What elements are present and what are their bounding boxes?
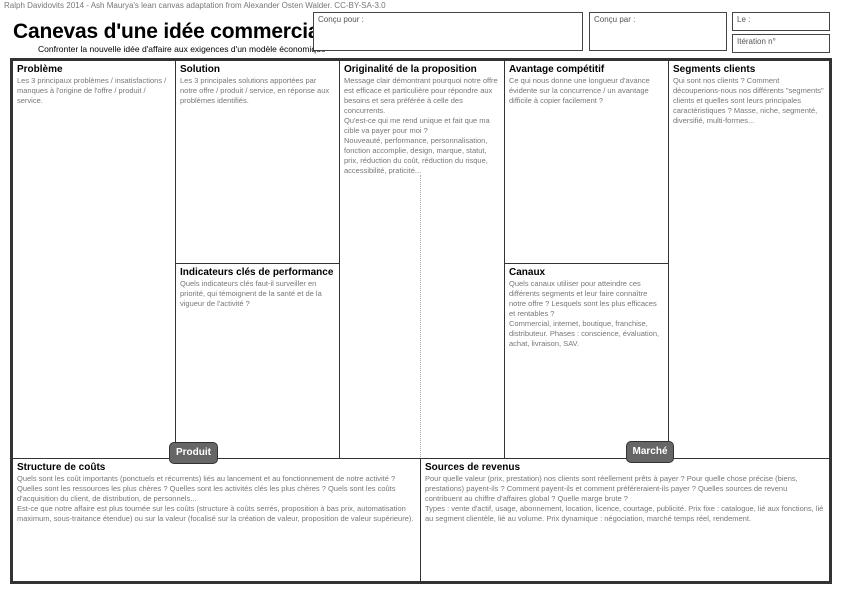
block-revenus-title: Sources de revenus <box>425 462 521 473</box>
block-indicateurs-title: Indicateurs clés de performance <box>180 267 334 278</box>
block-avantage-text: Ce qui nous donne une longueur d'avance … <box>509 76 650 105</box>
block-segments[interactable]: Segments clients Qui sont nos clients ? … <box>668 60 830 459</box>
block-solution[interactable]: Solution Les 3 principales solutions app… <box>175 60 340 264</box>
block-solution-text: Les 3 principales solutions apportées pa… <box>180 76 330 105</box>
block-segments-text: Qui sont nos clients ? Comment découperi… <box>673 76 824 125</box>
designed-for-field[interactable]: Conçu pour : <box>313 12 583 51</box>
iteration-field[interactable]: Itération n° <box>732 34 830 53</box>
block-originalite[interactable]: Originalité de la proposition Message cl… <box>339 60 505 459</box>
center-divider <box>420 175 421 457</box>
block-originalite-text: Message clair démontrant pourquoi notre … <box>344 76 498 175</box>
block-canaux-title: Canaux <box>509 267 546 278</box>
date-label: Le : <box>737 15 751 24</box>
marche-badge: Marché <box>626 441 674 463</box>
produit-badge: Produit <box>169 442 218 464</box>
block-revenus-text: Pour quelle valeur (prix, prestation) no… <box>425 474 824 523</box>
block-indicateurs-text: Quels indicateurs clés faut-il surveille… <box>180 279 322 308</box>
block-probleme[interactable]: Problème Les 3 principaux problèmes / in… <box>12 60 176 459</box>
block-solution-title: Solution <box>180 64 220 75</box>
block-revenus[interactable]: Sources de revenus Pour quelle valeur (p… <box>420 458 830 582</box>
page-title: Canevas d'une idée commerciale <box>13 20 337 43</box>
block-couts-title: Structure de coûts <box>17 462 106 473</box>
block-originalite-title: Originalité de la proposition <box>344 64 477 75</box>
block-probleme-title: Problème <box>17 64 63 75</box>
page-subtitle: Confronter la nouvelle idée d'affaire au… <box>38 44 326 54</box>
designed-by-field[interactable]: Conçu par : <box>589 12 727 51</box>
block-canaux[interactable]: Canaux Quels canaux utiliser pour attein… <box>504 263 669 459</box>
block-indicateurs[interactable]: Indicateurs clés de performance Quels in… <box>175 263 340 459</box>
block-probleme-text: Les 3 principaux problèmes / insatisfact… <box>17 76 167 105</box>
block-avantage[interactable]: Avantage compétitif Ce qui nous donne un… <box>504 60 669 264</box>
iteration-label: Itération n° <box>737 37 776 46</box>
credit-line: Ralph Davidovits 2014 - Ash Maurya's lea… <box>4 1 386 10</box>
designed-for-label: Conçu pour : <box>318 15 364 24</box>
block-couts-text: Quels sont les coût importants (ponctuel… <box>17 474 414 523</box>
date-field[interactable]: Le : <box>732 12 830 31</box>
block-avantage-title: Avantage compétitif <box>509 64 605 75</box>
block-segments-title: Segments clients <box>673 64 756 75</box>
block-canaux-text: Quels canaux utiliser pour atteindre ces… <box>509 279 660 348</box>
designed-by-label: Conçu par : <box>594 15 636 24</box>
block-couts[interactable]: Structure de coûts Quels sont les coût i… <box>12 458 421 582</box>
